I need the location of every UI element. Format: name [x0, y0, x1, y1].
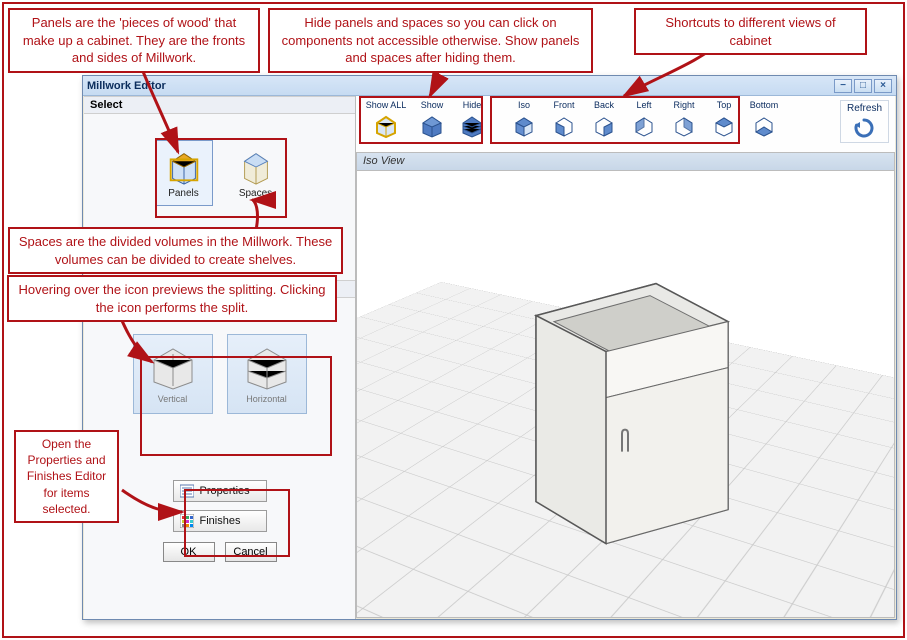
right-cube-icon [672, 114, 696, 138]
bottom-cube-icon [752, 114, 776, 138]
show-all-label: Show ALL [366, 100, 407, 110]
front-label: Front [553, 100, 574, 110]
spaces-cube-icon [237, 148, 275, 186]
properties-label: Properties [200, 485, 250, 497]
palette-grid-icon [180, 514, 194, 528]
top-toolbar: Show ALL Show Hide Iso Front [356, 96, 895, 152]
back-label: Back [594, 100, 614, 110]
iso-cube-icon [512, 114, 536, 138]
views-group: Iso Front Back Left Right [506, 100, 782, 140]
view-top-button[interactable]: Top [706, 100, 742, 140]
section-select-title: Select [84, 96, 355, 114]
view-iso-button[interactable]: Iso [506, 100, 542, 140]
cabinet-model [476, 244, 776, 564]
show-label: Show [421, 100, 444, 110]
window-maximize-button[interactable]: □ [854, 79, 872, 93]
hide-button[interactable]: Hide [454, 100, 490, 140]
split-horizontal-label: Horizontal [246, 394, 287, 404]
view-left-button[interactable]: Left [626, 100, 662, 140]
view-front-button[interactable]: Front [546, 100, 582, 140]
refresh-button[interactable]: Refresh [840, 100, 889, 143]
right-label: Right [673, 100, 694, 110]
shelves-icon [459, 113, 485, 139]
left-panel: Select Panels [84, 96, 356, 619]
horizontal-split-icon [242, 344, 292, 390]
properties-button[interactable]: Properties [173, 480, 267, 502]
viewport-title: Iso View [357, 153, 894, 171]
split-horizontal-button[interactable]: Horizontal [227, 334, 307, 414]
refresh-icon [852, 116, 876, 140]
top-cube-icon [712, 114, 736, 138]
hide-label: Hide [463, 100, 482, 110]
split-vertical-label: Vertical [158, 394, 188, 404]
cancel-button[interactable]: Cancel [225, 542, 277, 562]
finishes-button[interactable]: Finishes [173, 510, 267, 532]
window-close-button[interactable]: × [874, 79, 892, 93]
show-all-button[interactable]: Show ALL [362, 100, 410, 140]
vertical-split-icon [148, 344, 198, 390]
list-icon [180, 484, 194, 498]
select-panels-button[interactable]: Panels [155, 140, 213, 206]
callout-props: Open the Properties and Finishes Editor … [14, 430, 119, 523]
select-spaces-button[interactable]: Spaces [227, 140, 285, 206]
top-label: Top [717, 100, 732, 110]
window-title: Millwork Editor [87, 80, 166, 92]
titlebar: Millwork Editor − □ × [83, 76, 896, 96]
view-right-button[interactable]: Right [666, 100, 702, 140]
callout-hideshow: Hide panels and spaces so you can click … [268, 8, 593, 73]
callout-views: Shortcuts to different views of cabinet [634, 8, 867, 55]
right-area: Show ALL Show Hide Iso Front [356, 96, 895, 618]
select-spaces-label: Spaces [239, 188, 272, 199]
solid-cube-icon [419, 113, 445, 139]
front-cube-icon [552, 114, 576, 138]
hideshow-group: Show ALL Show Hide [362, 100, 490, 140]
panels-cube-icon [165, 148, 203, 186]
view-bottom-button[interactable]: Bottom [746, 100, 782, 140]
left-cube-icon [632, 114, 656, 138]
callout-split: Hovering over the icon previews the spli… [7, 275, 337, 322]
viewport-3d[interactable]: Iso View [356, 152, 895, 618]
finishes-label: Finishes [200, 515, 241, 527]
split-vertical-button[interactable]: Vertical [133, 334, 213, 414]
refresh-label: Refresh [847, 103, 882, 114]
wireframe-all-icon [373, 113, 399, 139]
select-panels-label: Panels [168, 188, 199, 199]
callout-spaces: Spaces are the divided volumes in the Mi… [8, 227, 343, 274]
bottom-label: Bottom [750, 100, 779, 110]
show-button[interactable]: Show [414, 100, 450, 140]
view-back-button[interactable]: Back [586, 100, 622, 140]
window-minimize-button[interactable]: − [834, 79, 852, 93]
back-cube-icon [592, 114, 616, 138]
left-label: Left [636, 100, 651, 110]
ok-button[interactable]: OK [163, 542, 215, 562]
iso-label: Iso [518, 100, 530, 110]
millwork-editor-window: Millwork Editor − □ × Select Panels [82, 75, 897, 620]
callout-panels: Panels are the 'pieces of wood' that mak… [8, 8, 260, 73]
